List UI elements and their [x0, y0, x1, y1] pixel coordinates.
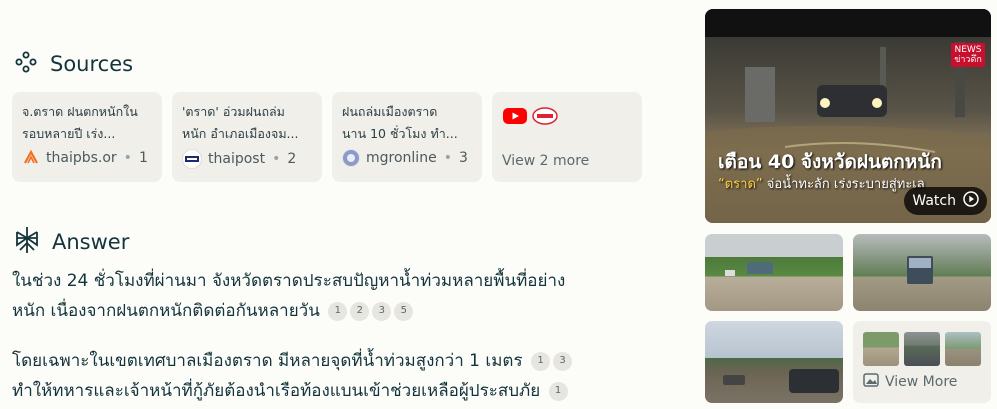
image-thumbnail[interactable] [853, 234, 991, 311]
channel-logo: NEWS ข่าวดึก [951, 43, 985, 67]
sources-list: จ.ตราด ฝนตกหนักใน รอบหลายปี เร่ง... thai… [12, 92, 642, 182]
citation-badge[interactable]: 3 [372, 301, 392, 321]
source-index: 1 [138, 150, 148, 166]
source-title: จ.ตราด ฝนตกหนักใน รอบหลายปี เร่ง... [22, 104, 138, 141]
source-title: ฝนถล่มเมืองตราด นาน 10 ชั่วโมง ทำ... [342, 104, 458, 141]
answer-icon [14, 226, 40, 258]
citation-badge[interactable]: 1 [548, 381, 568, 401]
answer-heading: Answer [14, 226, 129, 258]
image-preview [863, 332, 899, 366]
citation-badge[interactable]: 5 [394, 301, 414, 321]
source-card[interactable]: จ.ตราด ฝนตกหนักใน รอบหลายปี เร่ง... thai… [12, 92, 162, 182]
answer-title: Answer [52, 230, 130, 254]
sources-title: Sources [50, 52, 134, 76]
answer-paragraph: ในช่วง 24 ชั่วโมงที่ผ่านมา จังหวัดตราดปร… [12, 271, 566, 321]
view-more-label: View 2 more [502, 153, 590, 169]
image-thumbnail[interactable] [705, 321, 843, 403]
citation-badge[interactable]: 1 [531, 351, 550, 371]
view-more-sources-button[interactable]: View 2 more [492, 92, 642, 182]
youtube-icon [502, 106, 528, 130]
image-thumbnail[interactable] [705, 234, 843, 311]
news-site-icon [532, 106, 558, 130]
mgronline-favicon [342, 149, 360, 167]
watch-button[interactable]: Watch [904, 187, 987, 215]
source-site: thaipbs.or [46, 150, 117, 166]
sources-heading: Sources [14, 50, 133, 78]
sources-icon [14, 50, 38, 78]
video-subtitle: “ตราด” จ่อน้ำทะลัก เร่งระบายสู่ทะเล [718, 177, 925, 192]
image-icon [863, 373, 879, 391]
thaipost-favicon [182, 149, 202, 169]
answer-paragraph: โดยเฉพาะในเขตเทศบาลเมืองตราด มีหลายจุดที… [12, 346, 652, 406]
source-index: 2 [287, 151, 297, 167]
source-card[interactable]: 'ตราด' อ่วมฝนถล่ม หนัก อำเภอเมืองจม... t… [172, 92, 322, 182]
citation-badge[interactable]: 2 [350, 301, 370, 321]
image-preview [945, 332, 981, 366]
citation-badge[interactable]: 1 [328, 301, 348, 321]
thaipbs-favicon [22, 149, 40, 167]
play-icon [963, 191, 979, 211]
image-preview [904, 332, 940, 366]
source-site: thaipost [208, 151, 266, 167]
view-more-images-button[interactable]: View More [853, 321, 991, 403]
source-index: 3 [458, 150, 468, 166]
source-card[interactable]: ฝนถล่มเมืองตราด นาน 10 ชั่วโมง ทำ... mgr… [332, 92, 482, 182]
citation-badge[interactable]: 3 [553, 351, 572, 371]
source-title: 'ตราด' อ่วมฝนถล่ม หนัก อำเภอเมืองจม... [182, 104, 299, 141]
video-card[interactable]: NEWS ข่าวดึก เตือน 40 จังหวัดฝนตกหนัก “ตร… [705, 9, 991, 223]
source-site: mgronline [366, 150, 437, 166]
